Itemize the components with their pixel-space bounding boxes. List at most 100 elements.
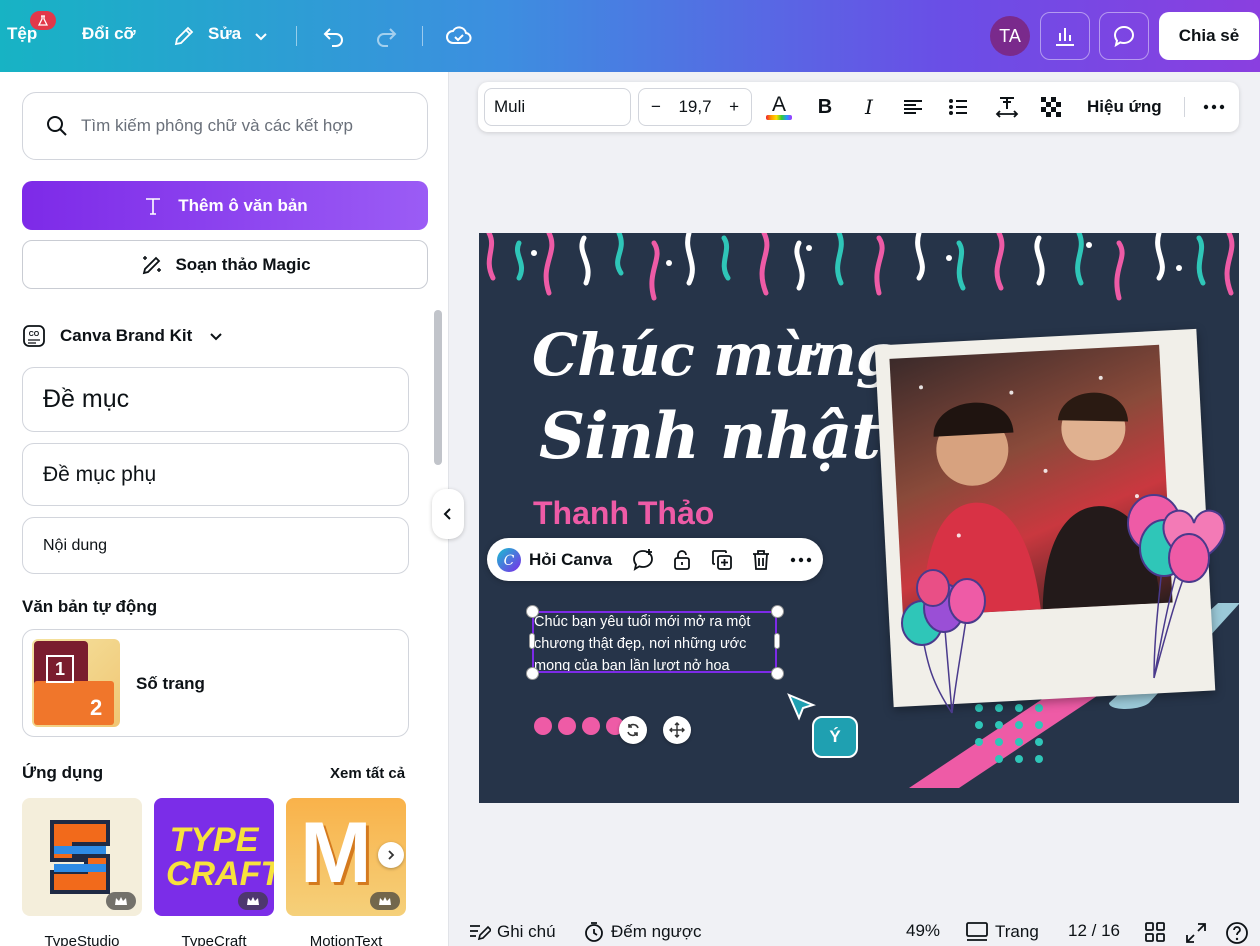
zoom-level[interactable]: 49% [906, 921, 940, 941]
resize-handle[interactable] [771, 605, 784, 618]
resize-handle[interactable] [771, 667, 784, 680]
resize-handle[interactable] [529, 633, 535, 649]
ask-canva-button[interactable]: Hỏi Canva [529, 550, 612, 570]
insights-button[interactable] [1040, 12, 1090, 60]
file-menu[interactable]: Tệp [7, 24, 37, 44]
text-color-icon: A [771, 92, 786, 116]
edit-menu[interactable]: Sửa [208, 24, 241, 44]
timer-label: Đếm ngược [611, 922, 702, 941]
panel-scrollbar[interactable] [434, 310, 442, 465]
more-options-icon[interactable] [787, 546, 815, 574]
heading-preset[interactable]: Đề mục [22, 367, 409, 432]
redo-icon[interactable] [372, 22, 400, 50]
notes-button[interactable]: Ghi chú [467, 921, 556, 943]
selection-box [532, 611, 777, 673]
lock-icon[interactable] [668, 546, 696, 574]
bold-button[interactable]: B [810, 92, 840, 122]
subheading-preset[interactable]: Đề mục phụ [22, 443, 409, 506]
align-left-icon[interactable] [898, 92, 928, 122]
apps-row: TypeStudio TYPE CRAFT TypeCraft M Motion… [22, 798, 406, 946]
app-motiontext[interactable]: M MotionText [286, 798, 406, 946]
fullscreen-icon[interactable] [1184, 921, 1208, 945]
font-size-value[interactable]: 19,7 [678, 97, 711, 117]
search-input[interactable]: Tìm kiếm phông chữ và các kết hợp [22, 92, 428, 160]
app-typestudio[interactable]: TypeStudio [22, 798, 142, 946]
font-size-stepper[interactable]: − 19,7 + [638, 88, 752, 126]
help-icon[interactable] [1225, 921, 1249, 945]
bottom-bar: Ghi chú Đếm ngược 49% Trang 12 / 16 [449, 905, 1260, 946]
cloud-saved-icon[interactable] [445, 22, 473, 50]
color-bar [766, 114, 792, 120]
font-family-select[interactable]: Muli [484, 88, 631, 126]
page-thumb-number-2: 2 [90, 695, 103, 720]
effects-button[interactable]: Hiệu ứng [1087, 97, 1162, 117]
app-name: TypeStudio [44, 933, 120, 946]
chevron-down-icon[interactable] [247, 22, 275, 50]
notes-label: Ghi chú [497, 922, 556, 941]
collapse-panel-button[interactable] [432, 489, 464, 539]
add-comment-icon[interactable] [629, 546, 657, 574]
share-button[interactable]: Chia sẻ [1159, 12, 1259, 60]
app-name: TypeCraft [181, 933, 247, 946]
canva-assistant-icon[interactable]: C [495, 546, 523, 574]
pencil-icon[interactable] [170, 22, 198, 50]
divider [422, 26, 423, 46]
typecraft-logo-text: TYPE CRAFT [166, 821, 274, 893]
text-t-icon [146, 197, 161, 215]
canva-editor: Tệp Đổi cỡ Sửa TA Chia sẻ Tìm kiếm phông… [0, 0, 1260, 946]
italic-button[interactable]: I [854, 92, 884, 122]
resize-button[interactable]: Đổi cỡ [82, 24, 136, 44]
text-panel: Tìm kiếm phông chữ và các kết hợp Thêm ô… [0, 72, 449, 946]
carousel-next-icon[interactable] [378, 842, 404, 868]
trash-icon[interactable] [747, 546, 775, 574]
magic-write-label: Soạn thảo Magic [175, 254, 311, 274]
undo-icon[interactable] [320, 22, 348, 50]
size-increase-button[interactable]: + [729, 97, 739, 117]
brand-kit-selector[interactable]: CO Canva Brand Kit [22, 324, 224, 348]
magic-pen-icon [143, 255, 162, 274]
bullet-list-icon[interactable] [943, 92, 973, 122]
title-line-1[interactable]: Chúc mừng [532, 321, 896, 389]
transparency-icon[interactable] [1036, 92, 1066, 122]
page-number-card[interactable]: 1 2 Số trang [22, 629, 409, 737]
see-all-link[interactable]: Xem tất cả [330, 765, 405, 782]
move-icon[interactable] [663, 716, 691, 744]
size-decrease-button[interactable]: − [651, 97, 661, 117]
auto-text-title: Văn bản tự động [22, 597, 158, 616]
design-page[interactable]: Chúc mừng Sinh nhật Thanh Thảo Chúc bạn … [479, 233, 1239, 803]
magic-write-button[interactable]: Soạn thảo Magic [22, 240, 428, 289]
apps-title: Ứng dụng [22, 763, 104, 782]
spacing-icon[interactable] [992, 92, 1022, 122]
top-bar: Tệp Đổi cỡ Sửa TA Chia sẻ [0, 0, 1260, 72]
confetti-decoration [486, 233, 1235, 301]
page-thumb-number-1: 1 [46, 655, 74, 683]
resize-handle[interactable] [526, 667, 539, 680]
resize-handle[interactable] [526, 605, 539, 618]
title-line-2[interactable]: Sinh nhật [539, 399, 881, 474]
typestudio-logo [22, 798, 142, 916]
pages-button[interactable]: Trang [965, 921, 1039, 943]
comments-button[interactable] [1099, 12, 1149, 60]
rotate-icon[interactable] [619, 716, 647, 744]
motiontext-logo: M [286, 798, 406, 916]
avatar[interactable]: TA [990, 16, 1030, 56]
bar-chart-icon [1056, 28, 1074, 46]
text-color-button[interactable]: A [764, 92, 794, 122]
brand-kit-icon: CO [23, 325, 45, 347]
crown-icon [238, 892, 268, 910]
resize-handle[interactable] [774, 633, 780, 649]
typecraft-logo: TYPE CRAFT [154, 798, 274, 916]
brand-kit-label: Canva Brand Kit [60, 326, 193, 345]
grid-view-icon[interactable] [1144, 921, 1166, 943]
more-options-icon[interactable] [1199, 92, 1229, 122]
comment-icon [1113, 25, 1135, 48]
body-preset[interactable]: Nội dung [22, 517, 409, 574]
app-typecraft[interactable]: TYPE CRAFT TypeCraft [154, 798, 274, 946]
recipient-name[interactable]: Thanh Thảo [533, 495, 714, 532]
search-placeholder: Tìm kiếm phông chữ và các kết hợp [81, 116, 353, 135]
add-textbox-label: Thêm ô văn bản [178, 195, 308, 215]
add-textbox-button[interactable]: Thêm ô văn bản [22, 181, 428, 230]
duplicate-icon[interactable] [708, 546, 736, 574]
flask-icon [37, 14, 49, 26]
timer-button[interactable]: Đếm ngược [583, 921, 702, 943]
